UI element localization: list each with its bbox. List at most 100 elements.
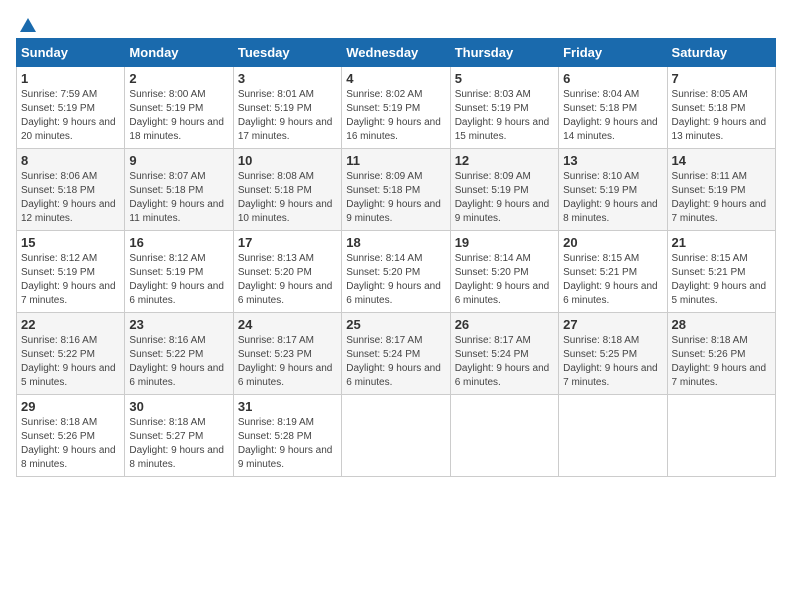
day-info: Sunrise: 8:19 AMSunset: 5:28 PMDaylight:… [238,416,337,472]
day-number: 30 [129,399,228,414]
day-cell: 18 Sunrise: 8:14 AMSunset: 5:20 PMDayligh… [342,231,450,313]
day-number: 28 [672,317,771,332]
day-info: Sunrise: 8:12 AMSunset: 5:19 PMDaylight:… [129,252,228,308]
day-info: Sunrise: 8:14 AMSunset: 5:20 PMDaylight:… [455,252,554,308]
day-cell: 2 Sunrise: 8:00 AMSunset: 5:19 PMDaylight… [125,67,233,149]
day-cell: 1 Sunrise: 7:59 AMSunset: 5:19 PMDaylight… [17,67,125,149]
day-cell: 31Sunrise: 8:19 AMSunset: 5:28 PMDayligh… [233,395,341,477]
week-row-5: 29 Sunrise: 8:18 AMSunset: 5:26 PMDayligh… [17,395,776,477]
day-info: Sunrise: 8:18 AMSunset: 5:26 PMDaylight:… [21,416,120,472]
day-cell: 5 Sunrise: 8:03 AMSunset: 5:19 PMDaylight… [450,67,558,149]
day-number: 23 [129,317,228,332]
day-info: Sunrise: 8:03 AMSunset: 5:19 PMDaylight:… [455,88,554,144]
day-cell: 11 Sunrise: 8:09 AMSunset: 5:18 PMDayligh… [342,149,450,231]
day-info: Sunrise: 8:10 AMSunset: 5:19 PMDaylight:… [563,170,662,226]
day-of-week-wednesday: Wednesday [342,39,450,67]
day-cell: 26 Sunrise: 8:17 AMSunset: 5:24 PMDayligh… [450,313,558,395]
day-cell: 25 Sunrise: 8:17 AMSunset: 5:24 PMDayligh… [342,313,450,395]
day-number: 7 [672,71,771,86]
day-cell: 24 Sunrise: 8:17 AMSunset: 5:23 PMDayligh… [233,313,341,395]
days-header-row: SundayMondayTuesdayWednesdayThursdayFrid… [17,39,776,67]
day-info: Sunrise: 7:59 AMSunset: 5:19 PMDaylight:… [21,88,120,144]
day-number: 10 [238,153,337,168]
day-info: Sunrise: 8:17 AMSunset: 5:23 PMDaylight:… [238,334,337,390]
day-cell: 12 Sunrise: 8:09 AMSunset: 5:19 PMDayligh… [450,149,558,231]
day-info: Sunrise: 8:18 AMSunset: 5:27 PMDaylight:… [129,416,228,472]
day-info: Sunrise: 8:17 AMSunset: 5:24 PMDaylight:… [455,334,554,390]
day-info: Sunrise: 8:07 AMSunset: 5:18 PMDaylight:… [129,170,228,226]
day-number: 1 [21,71,120,86]
day-number: 22 [21,317,120,332]
day-cell: 22Sunrise: 8:16 AMSunset: 5:22 PMDayligh… [17,313,125,395]
week-row-4: 22Sunrise: 8:16 AMSunset: 5:22 PMDayligh… [17,313,776,395]
week-row-2: 8 Sunrise: 8:06 AMSunset: 5:18 PMDaylight… [17,149,776,231]
day-number: 26 [455,317,554,332]
day-of-week-sunday: Sunday [17,39,125,67]
empty-cell [559,395,667,477]
day-info: Sunrise: 8:09 AMSunset: 5:18 PMDaylight:… [346,170,445,226]
day-number: 6 [563,71,662,86]
day-number: 17 [238,235,337,250]
day-cell: 14 Sunrise: 8:11 AMSunset: 5:19 PMDayligh… [667,149,775,231]
day-info: Sunrise: 8:17 AMSunset: 5:24 PMDaylight:… [346,334,445,390]
day-info: Sunrise: 8:12 AMSunset: 5:19 PMDaylight:… [21,252,120,308]
day-number: 2 [129,71,228,86]
day-of-week-thursday: Thursday [450,39,558,67]
day-number: 15 [21,235,120,250]
day-info: Sunrise: 8:11 AMSunset: 5:19 PMDaylight:… [672,170,771,226]
logo-icon [18,16,38,36]
day-cell: 27 Sunrise: 8:18 AMSunset: 5:25 PMDayligh… [559,313,667,395]
day-number: 27 [563,317,662,332]
day-info: Sunrise: 8:08 AMSunset: 5:18 PMDaylight:… [238,170,337,226]
day-number: 18 [346,235,445,250]
day-info: Sunrise: 8:02 AMSunset: 5:19 PMDaylight:… [346,88,445,144]
calendar-table: SundayMondayTuesdayWednesdayThursdayFrid… [16,38,776,477]
day-info: Sunrise: 8:18 AMSunset: 5:26 PMDaylight:… [672,334,771,390]
day-cell: 28 Sunrise: 8:18 AMSunset: 5:26 PMDayligh… [667,313,775,395]
day-of-week-friday: Friday [559,39,667,67]
day-cell: 17 Sunrise: 8:13 AMSunset: 5:20 PMDayligh… [233,231,341,313]
day-number: 19 [455,235,554,250]
empty-cell [342,395,450,477]
day-info: Sunrise: 8:05 AMSunset: 5:18 PMDaylight:… [672,88,771,144]
day-cell: 10 Sunrise: 8:08 AMSunset: 5:18 PMDayligh… [233,149,341,231]
empty-cell [450,395,558,477]
day-info: Sunrise: 8:00 AMSunset: 5:19 PMDaylight:… [129,88,228,144]
day-number: 12 [455,153,554,168]
day-cell: 19 Sunrise: 8:14 AMSunset: 5:20 PMDayligh… [450,231,558,313]
week-row-1: 1 Sunrise: 7:59 AMSunset: 5:19 PMDaylight… [17,67,776,149]
day-info: Sunrise: 8:09 AMSunset: 5:19 PMDaylight:… [455,170,554,226]
day-cell: 6Sunrise: 8:04 AMSunset: 5:18 PMDaylight… [559,67,667,149]
day-number: 16 [129,235,228,250]
day-cell: 7 Sunrise: 8:05 AMSunset: 5:18 PMDaylight… [667,67,775,149]
day-info: Sunrise: 8:18 AMSunset: 5:25 PMDaylight:… [563,334,662,390]
day-number: 29 [21,399,120,414]
header [16,16,776,30]
day-cell: 13Sunrise: 8:10 AMSunset: 5:19 PMDayligh… [559,149,667,231]
day-info: Sunrise: 8:15 AMSunset: 5:21 PMDaylight:… [672,252,771,308]
day-number: 21 [672,235,771,250]
day-number: 25 [346,317,445,332]
day-info: Sunrise: 8:14 AMSunset: 5:20 PMDaylight:… [346,252,445,308]
day-number: 9 [129,153,228,168]
day-number: 3 [238,71,337,86]
day-number: 5 [455,71,554,86]
day-cell: 8 Sunrise: 8:06 AMSunset: 5:18 PMDaylight… [17,149,125,231]
day-cell: 20Sunrise: 8:15 AMSunset: 5:21 PMDayligh… [559,231,667,313]
day-cell: 15 Sunrise: 8:12 AMSunset: 5:19 PMDayligh… [17,231,125,313]
logo [16,16,38,30]
empty-cell [667,395,775,477]
day-info: Sunrise: 8:01 AMSunset: 5:19 PMDaylight:… [238,88,337,144]
day-number: 4 [346,71,445,86]
day-number: 11 [346,153,445,168]
day-number: 8 [21,153,120,168]
day-cell: 29 Sunrise: 8:18 AMSunset: 5:26 PMDayligh… [17,395,125,477]
day-number: 20 [563,235,662,250]
day-info: Sunrise: 8:06 AMSunset: 5:18 PMDaylight:… [21,170,120,226]
day-cell: 23Sunrise: 8:16 AMSunset: 5:22 PMDayligh… [125,313,233,395]
day-info: Sunrise: 8:13 AMSunset: 5:20 PMDaylight:… [238,252,337,308]
day-cell: 16 Sunrise: 8:12 AMSunset: 5:19 PMDayligh… [125,231,233,313]
day-number: 24 [238,317,337,332]
day-cell: 30 Sunrise: 8:18 AMSunset: 5:27 PMDayligh… [125,395,233,477]
day-number: 14 [672,153,771,168]
